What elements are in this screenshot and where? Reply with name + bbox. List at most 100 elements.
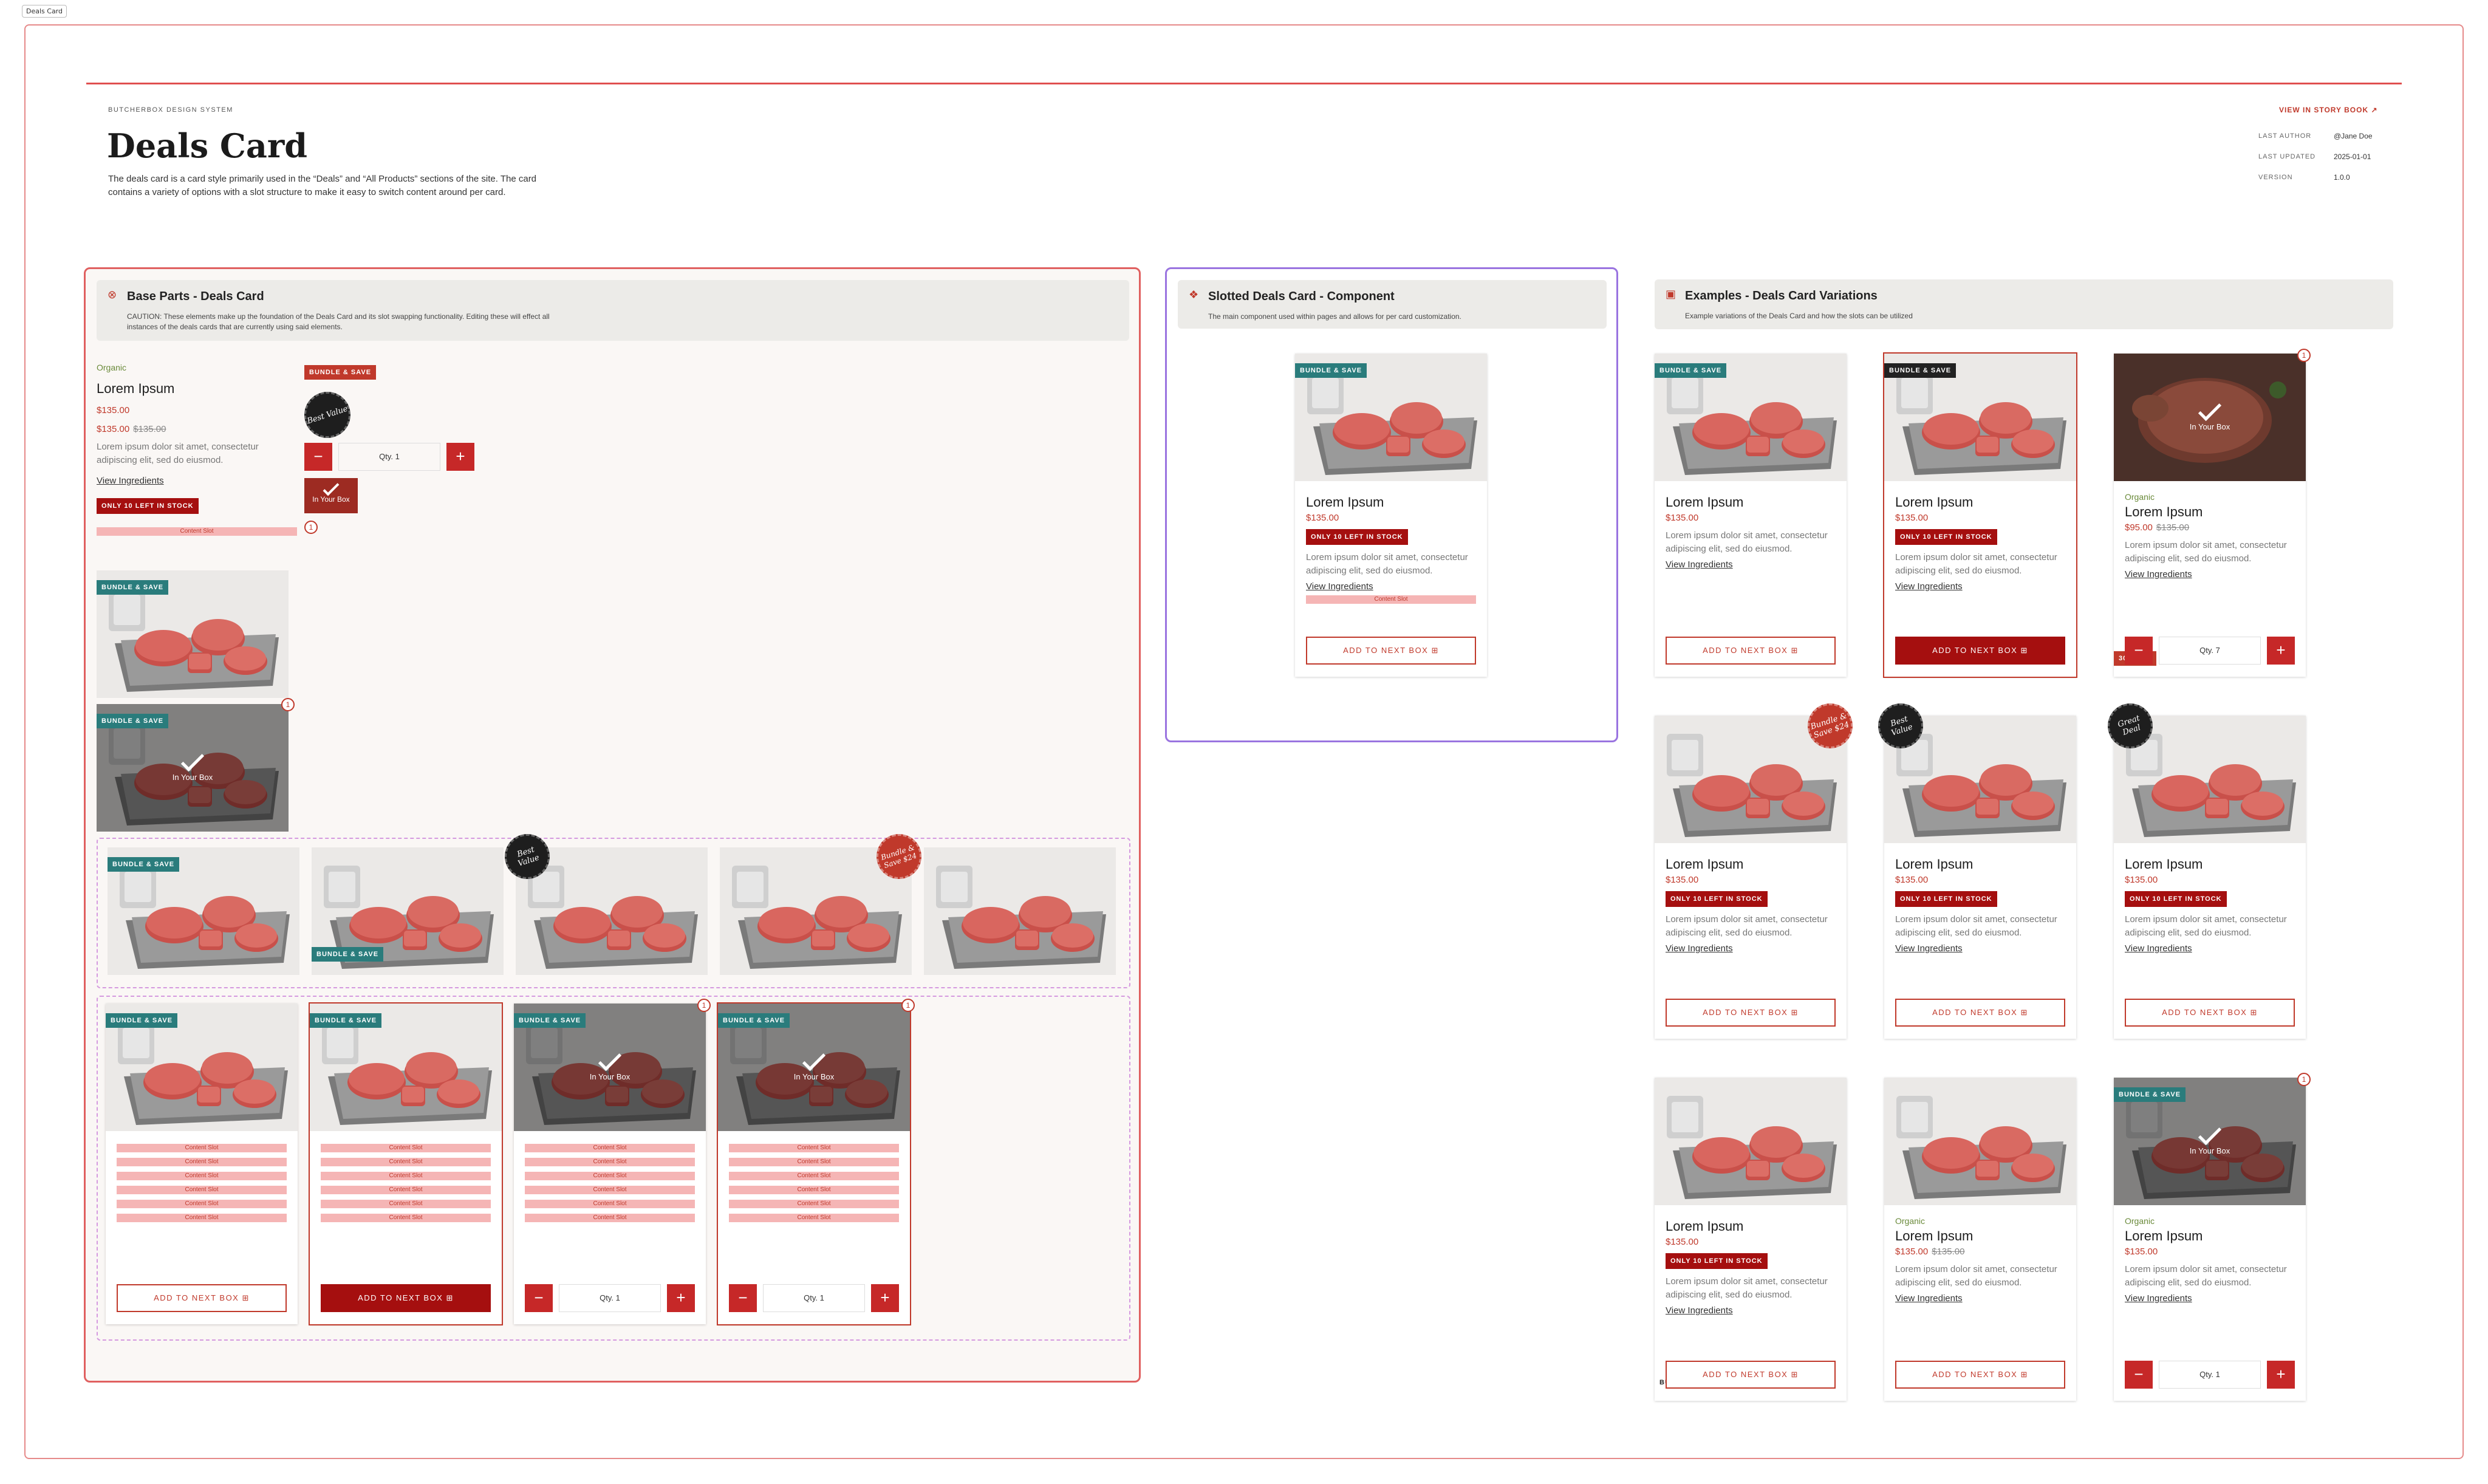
add-box-icon: ⊞	[242, 1293, 250, 1302]
card-title: Lorem Ipsum	[1666, 857, 1744, 872]
card-title: Lorem Ipsum	[1306, 494, 1384, 510]
view-ingredients-link[interactable]: View Ingredients	[1306, 581, 1476, 592]
bundle-badge: BUNDLE & SAVE	[1884, 363, 1957, 378]
deals-card[interactable]: BUNDLE & SAVELorem Ipsum$135.00ONLY 10 L…	[1655, 1078, 1847, 1401]
qty-stepper[interactable]: − Qty. 1 +	[525, 1284, 695, 1312]
deals-card[interactable]: Great Deal Lorem Ipsum $135.00 ONLY 10 LEFT…	[2102, 697, 2306, 1039]
add-box-icon: ⊞	[1791, 1370, 1799, 1379]
view-ingredients-link[interactable]: View Ingredients	[1666, 943, 1836, 954]
add-to-box-button[interactable]: ADD TO NEXT BOX ⊞	[321, 1284, 491, 1312]
view-ingredients-link[interactable]: View Ingredients	[2125, 943, 2295, 954]
organic-label: Organic	[97, 363, 127, 372]
bundle-badge: BUNDLE & SAVE	[718, 1013, 790, 1028]
view-ingredients-link[interactable]: View Ingredients	[1895, 581, 2065, 592]
deals-card[interactable]: BUNDLE & SAVE Lorem Ipsum $135.00 Lorem ips…	[1655, 354, 1847, 677]
plus-button[interactable]: +	[871, 1284, 899, 1312]
add-to-box-button[interactable]: ADD TO NEXT BOX ⊞	[1666, 637, 1836, 665]
minus-button[interactable]: −	[729, 1284, 757, 1312]
cards-icon: ▣	[1666, 288, 1676, 300]
qty-stepper[interactable]: − Qty. 1 +	[304, 443, 474, 471]
content-slot: Content Slot	[729, 1144, 899, 1152]
add-box-icon: ⊞	[1431, 646, 1439, 655]
view-ingredients-link[interactable]: View Ingredients	[2125, 569, 2295, 580]
add-to-box-button[interactable]: ADD TO NEXT BOX ⊞	[1895, 999, 2065, 1027]
bundle-badge: BUNDLE & SAVE	[312, 947, 384, 962]
deals-card[interactable]: In Your Box BUNDLE & SAVE 1 Organic Lorem Ip…	[2114, 1073, 2311, 1401]
price: $135.00	[1666, 1237, 1699, 1247]
card-description: Lorem ipsum dolor sit amet, consectetur …	[1306, 552, 1468, 576]
add-to-box-button[interactable]: ADD TO NEXT BOX ⊞	[1895, 637, 2065, 665]
add-to-box-button[interactable]: ADD TO NEXT BOX ⊞	[1666, 999, 1836, 1027]
deals-card[interactable]: Organic Lorem Ipsum $135.00 $135.00 Lorem ip…	[1884, 1078, 2076, 1401]
deals-card[interactable]: BUNDLE & SAVELorem Ipsum$135.00ONLY 10 L…	[1883, 352, 2077, 678]
card-body: Content Slot Content Slot Content Slot Cont…	[729, 1138, 899, 1222]
content-slot: Content Slot	[321, 1186, 491, 1194]
plus-button[interactable]: +	[2267, 637, 2295, 665]
section-title: Examples - Deals Card Variations	[1685, 289, 1878, 303]
card-title: Lorem Ipsum	[2125, 504, 2203, 519]
bundle-badge: BUNDLE & SAVE	[97, 580, 169, 595]
qty-stepper[interactable]: − Qty. 1 +	[729, 1284, 899, 1312]
price: $135.00	[1895, 875, 1929, 885]
frame-tag: Deals Card	[22, 5, 67, 18]
qty-value[interactable]: Qty. 1	[338, 443, 440, 471]
meat-tray-illustration	[1667, 1096, 1837, 1199]
view-ingredients-link[interactable]: View Ingredients	[1666, 559, 1836, 570]
qty-value[interactable]: Qty. 7	[2159, 637, 2261, 665]
deals-card[interactable]: BUNDLE & SAVELorem Ipsum$135.00ONLY 10 L…	[1295, 354, 1487, 677]
meta-label: LAST AUTHOR	[2258, 132, 2312, 140]
qty-stepper[interactable]: − Qty. 1 +	[2125, 1361, 2295, 1389]
view-ingredients-link[interactable]: View Ingredients	[97, 476, 297, 486]
content-slot: Content Slot	[525, 1214, 695, 1222]
view-ingredients-link[interactable]: View Ingredients	[1895, 943, 2065, 954]
qty-value[interactable]: Qty. 1	[2159, 1361, 2261, 1389]
add-to-box-button[interactable]: ADD TO NEXT BOX ⊞	[1895, 1361, 2065, 1389]
check-icon	[2198, 397, 2222, 421]
deals-card[interactable]: In Your Box BUNDLE & SAVE 1 Content Slot Con…	[717, 999, 915, 1325]
content-slot: Content Slot	[97, 527, 297, 536]
deals-card[interactable]: Bundle & Save $24 Lorem Ipsum $135.00 ONLY …	[1655, 697, 1859, 1039]
deals-card[interactable]: BUNDLE & SAVE Content Slot Content Slot Con…	[309, 1002, 503, 1325]
product-image[interactable]	[1884, 1078, 2076, 1205]
minus-button[interactable]: −	[2125, 1361, 2153, 1389]
add-to-box-button[interactable]: ADD TO NEXT BOX ⊞	[117, 1284, 287, 1312]
card-title: Lorem Ipsum	[1895, 857, 1974, 872]
in-box-overlay: In Your Box	[97, 704, 289, 832]
sale-price-row: $135.00 $135.00	[1895, 1246, 1965, 1257]
stock-badge: ONLY 10 LEFT IN STOCK	[1895, 529, 1997, 545]
price: $135.00	[1666, 875, 1699, 885]
view-ingredients-link[interactable]: View Ingredients	[1666, 1305, 1836, 1316]
qty-stepper[interactable]: − Qty. 7 +	[2125, 637, 2295, 665]
minus-button[interactable]: −	[2125, 637, 2153, 665]
content-slot: Content Slot	[1306, 595, 1476, 604]
minus-button[interactable]: −	[304, 443, 332, 471]
content-slot: Content Slot	[729, 1214, 899, 1222]
count-bubble: 1	[901, 999, 915, 1012]
deals-card[interactable]: In Your Box BUNDLE & SAVE 1 Content Slot Con…	[514, 999, 711, 1324]
add-to-box-button[interactable]: ADD TO NEXT BOX ⊞	[1666, 1361, 1836, 1389]
deals-card[interactable]: In Your Box30% OFF1OrganicLorem Ipsum$95…	[2114, 349, 2311, 677]
view-ingredients-link[interactable]: View Ingredients	[2125, 1293, 2295, 1304]
deals-card[interactable]: BUNDLE & SAVE Content Slot Content Slot Con…	[106, 1004, 298, 1324]
plus-button[interactable]: +	[667, 1284, 695, 1312]
product-image[interactable]	[1655, 1078, 1847, 1205]
qty-value[interactable]: Qty. 1	[763, 1284, 865, 1312]
deals-card[interactable]: Best Value Lorem Ipsum $135.00 ONLY 10 LEFT…	[1872, 697, 2076, 1039]
add-to-box-button[interactable]: ADD TO NEXT BOX ⊞	[2125, 999, 2295, 1027]
minus-button[interactable]: −	[525, 1284, 553, 1312]
view-ingredients-link[interactable]: View Ingredients	[1895, 1293, 2065, 1304]
add-to-box-button[interactable]: ADD TO NEXT BOX ⊞	[1306, 637, 1476, 665]
add-box-icon: ⊞	[1791, 1008, 1799, 1017]
plus-button[interactable]: +	[446, 443, 474, 471]
section-header: ❖ Slotted Deals Card - Component The mai…	[1178, 280, 1607, 329]
card-title: Lorem Ipsum	[97, 381, 175, 396]
plus-button[interactable]: +	[2267, 1361, 2295, 1389]
storybook-link[interactable]: VIEW IN STORY BOOK ↗	[2279, 106, 2378, 114]
card-body: Lorem Ipsum $135.00 ONLY 10 LEFT IN STOCK L…	[1666, 854, 1836, 954]
price: $135.00	[2125, 875, 2158, 885]
add-box-icon: ⊞	[2020, 646, 2028, 655]
content-slot: Content Slot	[525, 1172, 695, 1180]
content-slot: Content Slot	[729, 1200, 899, 1208]
qty-value[interactable]: Qty. 1	[559, 1284, 661, 1312]
bundle-badge: BUNDLE & SAVE	[1655, 363, 1727, 378]
